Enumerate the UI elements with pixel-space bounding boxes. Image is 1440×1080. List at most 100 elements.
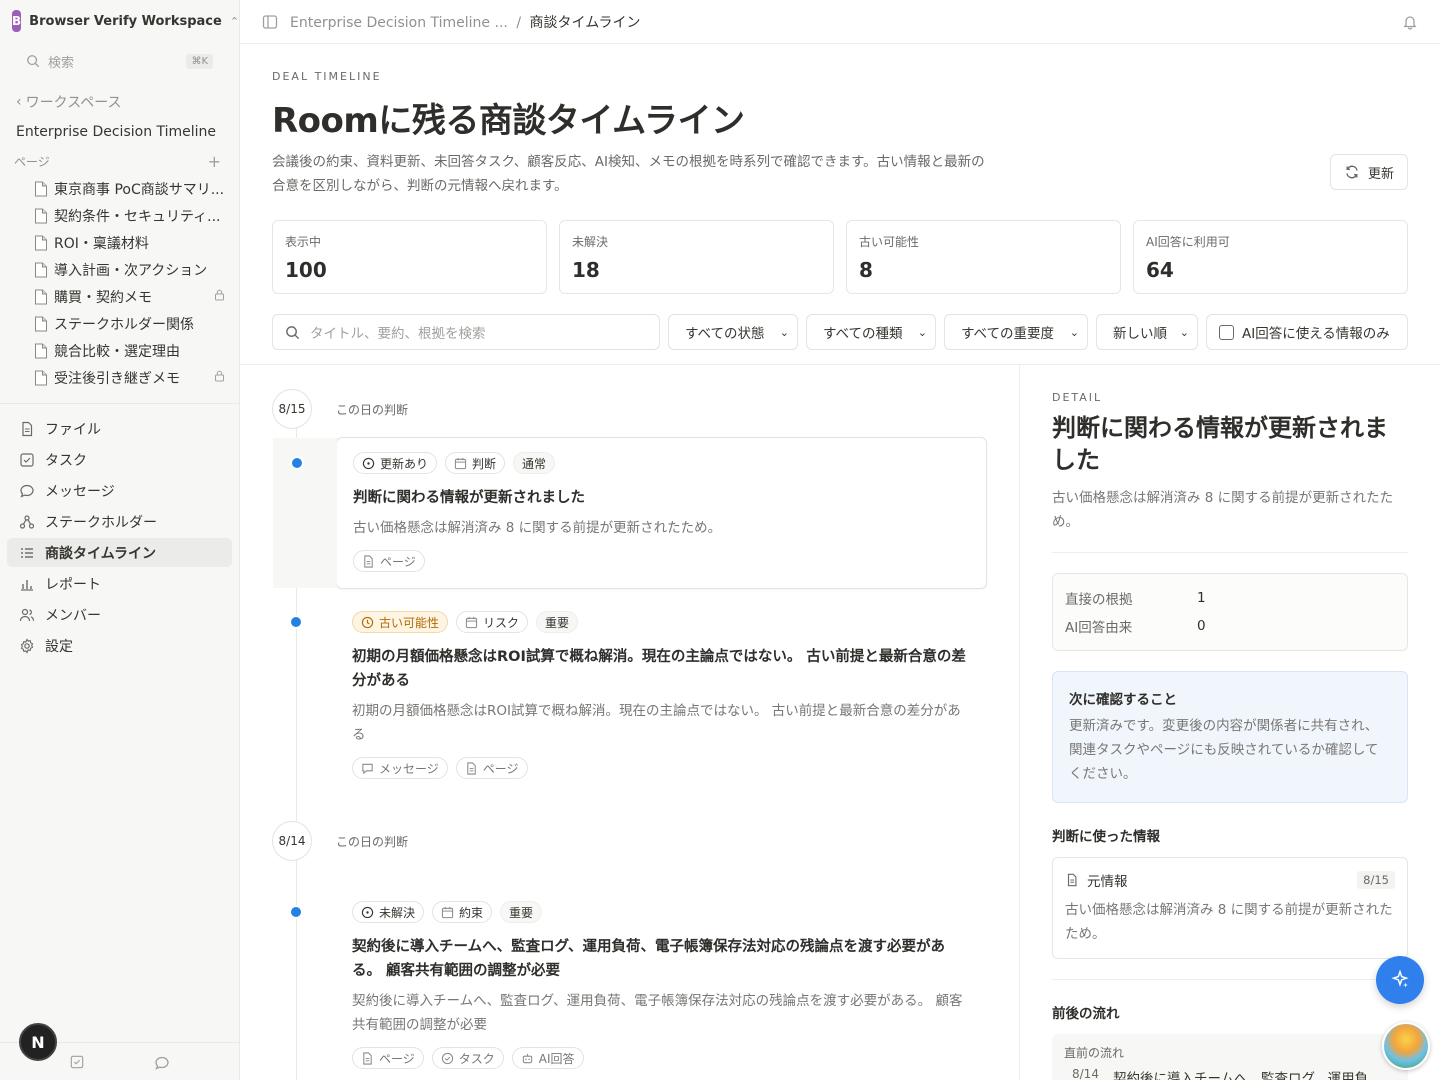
stat-label: 古い可能性 (859, 235, 920, 249)
source-chip-label: タスク (458, 1051, 495, 1066)
flow-prev-row: 8/14 契約後に導入チームへ、監査ログ、運用負... (1064, 1067, 1396, 1080)
file-icon (19, 421, 35, 437)
status-badge-label: 古い可能性 (379, 615, 440, 630)
stat-label: 表示中 (285, 235, 322, 249)
document-icon (34, 208, 48, 224)
detail-summary: 古い価格懸念は解消済み 8 に関する前提が更新されたため。 (1052, 486, 1408, 553)
sidebar-page-item[interactable]: 導入計画・次アクション (0, 256, 239, 283)
kind-badge-label: 約束 (459, 905, 484, 920)
message-icon (362, 763, 373, 774)
sidebar-item-timeline[interactable]: 商談タイムライン (7, 538, 232, 567)
page-eyebrow: DEAL TIMELINE (272, 70, 382, 83)
kind-badge-label: リスク (483, 615, 520, 630)
refresh-label: 更新 (1367, 166, 1394, 182)
event-title: 判断に関わる情報が更新されました (353, 490, 585, 506)
sidebar-item-stakeholder[interactable]: ステークホルダー (7, 507, 232, 536)
source-chip[interactable]: タスク (431, 1047, 504, 1069)
sort-select-value: 新しい順 (1113, 326, 1167, 342)
sidebar-page-item[interactable]: 契約条件・セキュリティ... (0, 202, 239, 229)
day-date-badge: 8/15 (272, 389, 312, 429)
sort-select[interactable]: 新しい順 ⌄ (1096, 314, 1198, 350)
search-icon (27, 55, 40, 68)
sidebar-item-members[interactable]: メンバー (7, 600, 232, 629)
sidebar-item-file[interactable]: ファイル (7, 414, 232, 443)
search-label: 検索 (48, 55, 75, 71)
sidebar-item-report[interactable]: レポート (7, 569, 232, 598)
timeline-event-card[interactable]: 未解決 約束 重要 契約後に導入チームへ、監査ログ、運用負荷、電子帳簿保存法対応の残論… (289, 887, 987, 1080)
breadcrumb-parent[interactable]: Enterprise Decision Timeline ... (290, 15, 508, 31)
timeline-event-card[interactable]: 更新あり 判断 通常 判断に関わる情報が更新されました 古い価格懸念は解消済み 8 に関… (273, 437, 987, 589)
source-chip[interactable]: メッセージ (352, 757, 448, 779)
app-root: B Browser Verify Workspace ⌃ 検索 ⌘K ‹ ワーク… (0, 0, 1440, 1080)
project-title[interactable]: Enterprise Decision Timeline ... (16, 124, 221, 140)
sidebar-toggle-icon[interactable] (262, 14, 278, 30)
flow-prev-card[interactable]: 直前の流れ 8/14 契約後に導入チームへ、監査ログ、運用負... (1052, 1034, 1408, 1080)
document-icon (34, 316, 48, 332)
next-check-title: 次に確認すること (1069, 692, 1177, 708)
kind-select[interactable]: すべての種類 ⌄ (806, 314, 936, 350)
page-icon (363, 1051, 372, 1065)
chevron-down-icon: ⌄ (1179, 325, 1189, 339)
chevron-down-icon: ⌄ (1069, 325, 1079, 339)
timeline-panel: 8/15 この日の判断 更新あり 判断 通常 判断に関わる情報が更新されました 古い価格懸念… (240, 365, 1020, 1080)
detail-title: 判断に関わる情報が更新されました (1052, 414, 1388, 474)
profile-avatar-image[interactable] (1382, 1022, 1430, 1070)
sidebar-page-item[interactable]: ステークホルダー関係 (0, 310, 239, 337)
sidebar-item-label: ステークホルダー (45, 514, 157, 531)
event-summary: 古い価格懸念は解消済み 8 に関する前提が更新されたため。 (353, 520, 722, 536)
stakeholder-icon (19, 514, 35, 530)
refresh-button[interactable]: 更新 (1330, 154, 1408, 190)
source-chip[interactable]: ページ (352, 1047, 424, 1069)
calendar-icon (454, 457, 467, 469)
source-chip[interactable]: ページ (353, 550, 425, 572)
source-chip[interactable]: AI回答 (511, 1047, 584, 1069)
chat-icon[interactable] (154, 1055, 170, 1071)
ai-only-toggle[interactable]: AI回答に使える情報のみ (1206, 314, 1408, 350)
kind-badge: リスク (456, 611, 529, 633)
search-shortcut: ⌘K (186, 53, 213, 69)
timeline-icon (19, 545, 35, 561)
ai-assistant-button[interactable] (1376, 956, 1424, 1004)
page-description: 会議後の約束、資料更新、未回答タスク、顧客反応、AI検知、メモの根拠を時系列で確… (272, 154, 985, 194)
day-label: この日の判断 (336, 834, 409, 849)
severity-select-value: すべての重要度 (961, 326, 1055, 342)
user-avatar[interactable]: N (19, 1023, 57, 1061)
sidebar-page-item[interactable]: ROI・稟議材料 (0, 229, 239, 256)
document-icon (34, 343, 48, 359)
sidebar-page-item[interactable]: 東京商事 PoC商談サマリ... (0, 175, 239, 202)
sidebar-search[interactable]: 検索 ⌘K (26, 48, 213, 74)
next-check-body: 更新済みです。変更後の内容が関係者に共有され、関連タスクやページにも反映されてい… (1069, 718, 1379, 782)
sidebar-page-item[interactable]: 受注後引き継ぎメモ (0, 364, 239, 391)
sidebar-item-message[interactable]: メッセージ (7, 476, 232, 505)
status-dot-icon (361, 906, 374, 918)
detail-metric-value: 1 (1197, 590, 1206, 606)
timeline-day-header: 8/14 この日の判断 (272, 821, 1019, 861)
back-label: ワークスペース (25, 95, 122, 111)
flow-prev-label: 直前の流れ (1064, 1046, 1125, 1060)
add-page-icon[interactable]: + (208, 152, 221, 171)
sidebar-page-label: ROI・稟議材料 (54, 235, 149, 252)
detail-metric-label: 直接の根拠 (1065, 592, 1133, 608)
checkbox-icon[interactable] (70, 1055, 84, 1069)
severity-select[interactable]: すべての重要度 ⌄ (944, 314, 1088, 350)
sidebar-item-task[interactable]: タスク (7, 445, 232, 474)
flow-prev-text: 契約後に導入チームへ、監査ログ、運用負... (1112, 1071, 1381, 1080)
bell-icon[interactable] (1402, 14, 1418, 30)
refresh-icon (1346, 165, 1358, 179)
sidebar: B Browser Verify Workspace ⌃ 検索 ⌘K ‹ ワーク… (0, 0, 240, 1080)
timeline-search-input[interactable]: タイトル、要約、根拠を検索 (272, 314, 660, 350)
source-chip[interactable]: ページ (455, 757, 528, 779)
sidebar-item-label: ファイル (45, 421, 101, 438)
sidebar-item-settings[interactable]: 設定 (7, 631, 232, 660)
back-to-workspace-link[interactable]: ‹ ワークスペース (16, 92, 239, 112)
event-sources: メッセージ ページ (352, 757, 971, 779)
detail-metrics: 直接の根拠 1 AI回答由来 0 (1052, 573, 1408, 651)
workspace-switcher[interactable]: B Browser Verify Workspace ⌃ (0, 0, 239, 42)
sidebar-page-item[interactable]: 競合比較・選定理由 (0, 337, 239, 364)
source-card[interactable]: 元情報 8/15 古い価格懸念は解消済み 8 に関する前提が更新されたため。 (1052, 857, 1408, 959)
ai-only-checkbox[interactable] (1219, 324, 1234, 340)
status-select[interactable]: すべての状態 ⌄ (668, 314, 798, 350)
sidebar-page-item[interactable]: 購買・契約メモ (0, 283, 239, 310)
timeline-event-card[interactable]: 古い可能性 リスク 重要 初期の月額価格懸念はROI試算で概ね解消。現在の主論点ではな… (289, 597, 987, 795)
source-card-header: 元情報 8/15 (1065, 870, 1395, 890)
